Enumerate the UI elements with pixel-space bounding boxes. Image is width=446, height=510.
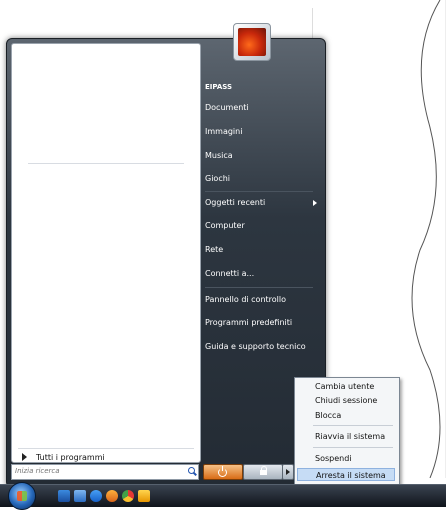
- right-separator: [205, 191, 313, 192]
- computer-item[interactable]: Computer: [203, 218, 325, 234]
- lock-icon: [260, 466, 267, 475]
- log-off-item[interactable]: Chiudi sessione: [297, 394, 395, 407]
- all-programs-item[interactable]: Tutti i programmi: [18, 448, 194, 463]
- pictures-item[interactable]: Immagini: [203, 124, 325, 140]
- recent-items-label: Oggetti recenti: [205, 198, 266, 207]
- user-name-item[interactable]: EIPASS: [203, 79, 325, 95]
- control-panel-item[interactable]: Pannello di controllo: [203, 292, 325, 308]
- network-item[interactable]: Rete: [203, 242, 325, 258]
- power-options-menu: Cambia utente Chiudi sessione Blocca Ria…: [294, 377, 400, 487]
- arrow-right-icon: [286, 469, 290, 475]
- desktop-decoration: [411, 0, 446, 478]
- lock-button[interactable]: [243, 464, 283, 480]
- show-desktop-icon[interactable]: [58, 490, 70, 502]
- shut-down-item[interactable]: Arresta il sistema: [297, 468, 395, 481]
- windows-logo-icon: [17, 491, 27, 501]
- lock-item[interactable]: Blocca: [297, 409, 395, 422]
- power-button[interactable]: [203, 464, 243, 480]
- sleep-item[interactable]: Sospendi: [297, 452, 395, 465]
- search-input[interactable]: [12, 465, 175, 477]
- games-item[interactable]: Giochi: [203, 171, 325, 187]
- user-avatar[interactable]: [233, 23, 271, 61]
- start-menu: Tutti i programmi EIPASS Documenti Immag…: [6, 23, 326, 488]
- switch-user-item[interactable]: Cambia utente: [297, 380, 395, 393]
- power-icon: [218, 466, 227, 477]
- all-programs-label: Tutti i programmi: [36, 453, 105, 462]
- default-programs-item[interactable]: Programmi predefiniti: [203, 315, 325, 331]
- search-icon[interactable]: [188, 467, 195, 474]
- connect-to-item[interactable]: Connetti a...: [203, 266, 325, 282]
- shutdown-options-button[interactable]: [282, 464, 294, 480]
- internet-explorer-icon[interactable]: [90, 490, 102, 502]
- help-support-item[interactable]: Guida e supporto tecnico: [203, 339, 325, 355]
- menu-separator: [313, 425, 393, 426]
- programs-pane: Tutti i programmi: [11, 43, 201, 463]
- arrow-right-icon: [22, 453, 27, 461]
- switch-windows-icon[interactable]: [74, 490, 86, 502]
- music-item[interactable]: Musica: [203, 148, 325, 164]
- chrome-icon[interactable]: [122, 490, 134, 502]
- media-player-icon[interactable]: [138, 490, 150, 502]
- pane-divider: [28, 163, 184, 164]
- restart-item[interactable]: Riavvia il sistema: [297, 430, 395, 443]
- recent-items-item[interactable]: Oggetti recenti: [203, 195, 325, 211]
- submenu-arrow-icon: [313, 200, 317, 206]
- documents-item[interactable]: Documenti: [203, 100, 325, 116]
- taskbar: [0, 482, 446, 510]
- right-separator: [205, 287, 313, 288]
- user-avatar-image: [238, 28, 266, 56]
- firefox-icon[interactable]: [106, 490, 118, 502]
- menu-separator: [313, 447, 393, 448]
- search-box[interactable]: [11, 464, 199, 480]
